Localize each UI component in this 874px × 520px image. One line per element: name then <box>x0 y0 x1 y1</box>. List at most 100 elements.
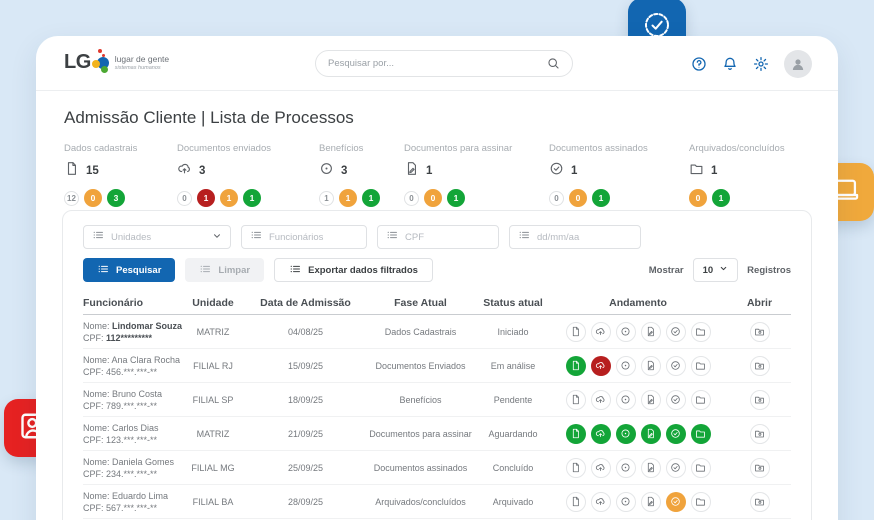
count-badge-green[interactable]: 1 <box>243 189 261 207</box>
sign-step-icon[interactable] <box>641 492 661 512</box>
check-step-icon[interactable] <box>666 492 686 512</box>
folder-step-icon[interactable] <box>691 390 711 410</box>
count-badge-orange[interactable]: 1 <box>339 189 357 207</box>
exportar-button[interactable]: Exportar dados filtrados <box>274 258 433 282</box>
target-step-icon[interactable] <box>616 458 636 478</box>
summary-label: Documentos assinados <box>549 143 689 154</box>
cell-data-admissao: 28/09/25 <box>248 497 363 507</box>
sign-step-icon[interactable] <box>641 424 661 444</box>
check-step-icon[interactable] <box>666 390 686 410</box>
pesquisar-button[interactable]: Pesquisar <box>83 258 175 282</box>
check-step-icon[interactable] <box>666 458 686 478</box>
funcionarios-field[interactable] <box>241 225 367 249</box>
count-badge-green[interactable]: 1 <box>712 189 730 207</box>
cell-status-atual: Pendente <box>478 395 548 405</box>
check-step-icon[interactable] <box>666 322 686 342</box>
table-body: Nome: Lindomar SouzaCPF: 112*********MAT… <box>83 315 791 520</box>
upload-step-icon[interactable] <box>591 390 611 410</box>
user-avatar[interactable] <box>784 50 812 78</box>
folder-step-icon[interactable] <box>691 356 711 376</box>
folder-step-icon[interactable] <box>691 492 711 512</box>
document-step-icon[interactable] <box>566 458 586 478</box>
cell-andamento <box>548 492 728 512</box>
open-process-button[interactable] <box>750 322 770 342</box>
check-step-icon[interactable] <box>666 356 686 376</box>
search-icon[interactable] <box>547 57 560 70</box>
col-abrir: Abrir <box>728 297 791 309</box>
document-step-icon[interactable] <box>566 424 586 444</box>
unidades-select[interactable]: Unidades <box>83 225 231 249</box>
table-row: Nome: Daniela GomesCPF: 234.***.***-**FI… <box>83 451 791 485</box>
count-badge-orange[interactable]: 0 <box>84 189 102 207</box>
upload-step-icon[interactable] <box>591 492 611 512</box>
notifications-bell-icon[interactable] <box>722 56 738 72</box>
summary-label: Arquivados/concluídos <box>689 143 809 154</box>
count-badge-white[interactable]: 0 <box>549 191 564 206</box>
folder-step-icon[interactable] <box>691 424 711 444</box>
sign-step-icon[interactable] <box>641 390 661 410</box>
target-step-icon[interactable] <box>616 424 636 444</box>
count-badge-orange[interactable]: 0 <box>424 189 442 207</box>
open-process-button[interactable] <box>750 356 770 376</box>
check-icon <box>549 161 564 181</box>
upload-step-icon[interactable] <box>591 322 611 342</box>
count-badge-green[interactable]: 1 <box>447 189 465 207</box>
search-input[interactable] <box>328 58 547 69</box>
sign-step-icon[interactable] <box>641 356 661 376</box>
folder-step-icon[interactable] <box>691 458 711 478</box>
count-badge-green[interactable]: 1 <box>592 189 610 207</box>
settings-gear-icon[interactable] <box>753 56 769 72</box>
limpar-button[interactable]: Limpar <box>185 258 264 282</box>
cpf-prefix: CPF: <box>83 503 106 513</box>
cell-fase-atual: Documentos para assinar <box>363 429 478 439</box>
count-badge-white[interactable]: 1 <box>319 191 334 206</box>
admission-date-field[interactable] <box>509 225 641 249</box>
target-step-icon[interactable] <box>616 390 636 410</box>
nome-prefix: Nome: <box>83 355 112 365</box>
target-step-icon[interactable] <box>616 322 636 342</box>
lg-logo: LG lugar de gente sistemas humanos <box>64 49 169 75</box>
document-step-icon[interactable] <box>566 356 586 376</box>
funcionario-cpf: 112********* <box>106 333 152 343</box>
count-badge-white[interactable]: 12 <box>64 191 79 206</box>
count-badge-green[interactable]: 3 <box>107 189 125 207</box>
open-process-button[interactable] <box>750 390 770 410</box>
open-process-button[interactable] <box>750 458 770 478</box>
funcionario-nome: Carlos Dias <box>112 423 159 433</box>
target-step-icon[interactable] <box>616 492 636 512</box>
cpf-input[interactable] <box>405 232 490 243</box>
upload-step-icon[interactable] <box>591 356 611 376</box>
cpf-field[interactable] <box>377 225 499 249</box>
count-badge-orange[interactable]: 0 <box>569 189 587 207</box>
cell-fase-atual: Benefícios <box>363 395 478 405</box>
lg-logo-dots <box>91 49 113 75</box>
document-step-icon[interactable] <box>566 390 586 410</box>
summary-count: 3 <box>199 165 205 177</box>
help-icon[interactable] <box>691 56 707 72</box>
col-data-admissao: Data de Admissão <box>248 297 363 309</box>
document-step-icon[interactable] <box>566 322 586 342</box>
upload-step-icon[interactable] <box>591 458 611 478</box>
count-badge-white[interactable]: 0 <box>404 191 419 206</box>
open-process-button[interactable] <box>750 424 770 444</box>
document-step-icon[interactable] <box>566 492 586 512</box>
cpf-prefix: CPF: <box>83 401 106 411</box>
page-size-select[interactable]: 10 <box>693 258 739 282</box>
count-badge-red[interactable]: 1 <box>197 189 215 207</box>
count-badge-orange[interactable]: 1 <box>220 189 238 207</box>
count-badge-orange[interactable]: 0 <box>689 189 707 207</box>
pesquisar-label: Pesquisar <box>116 265 161 276</box>
open-process-button[interactable] <box>750 492 770 512</box>
funcionarios-input[interactable] <box>269 232 358 243</box>
count-badge-green[interactable]: 1 <box>362 189 380 207</box>
count-badge-white[interactable]: 0 <box>177 191 192 206</box>
target-step-icon[interactable] <box>616 356 636 376</box>
global-search[interactable] <box>315 50 573 77</box>
summary-card: Benefícios3111 <box>319 143 404 207</box>
sign-step-icon[interactable] <box>641 322 661 342</box>
folder-step-icon[interactable] <box>691 322 711 342</box>
sign-step-icon[interactable] <box>641 458 661 478</box>
upload-step-icon[interactable] <box>591 424 611 444</box>
check-step-icon[interactable] <box>666 424 686 444</box>
date-input[interactable] <box>537 232 632 243</box>
